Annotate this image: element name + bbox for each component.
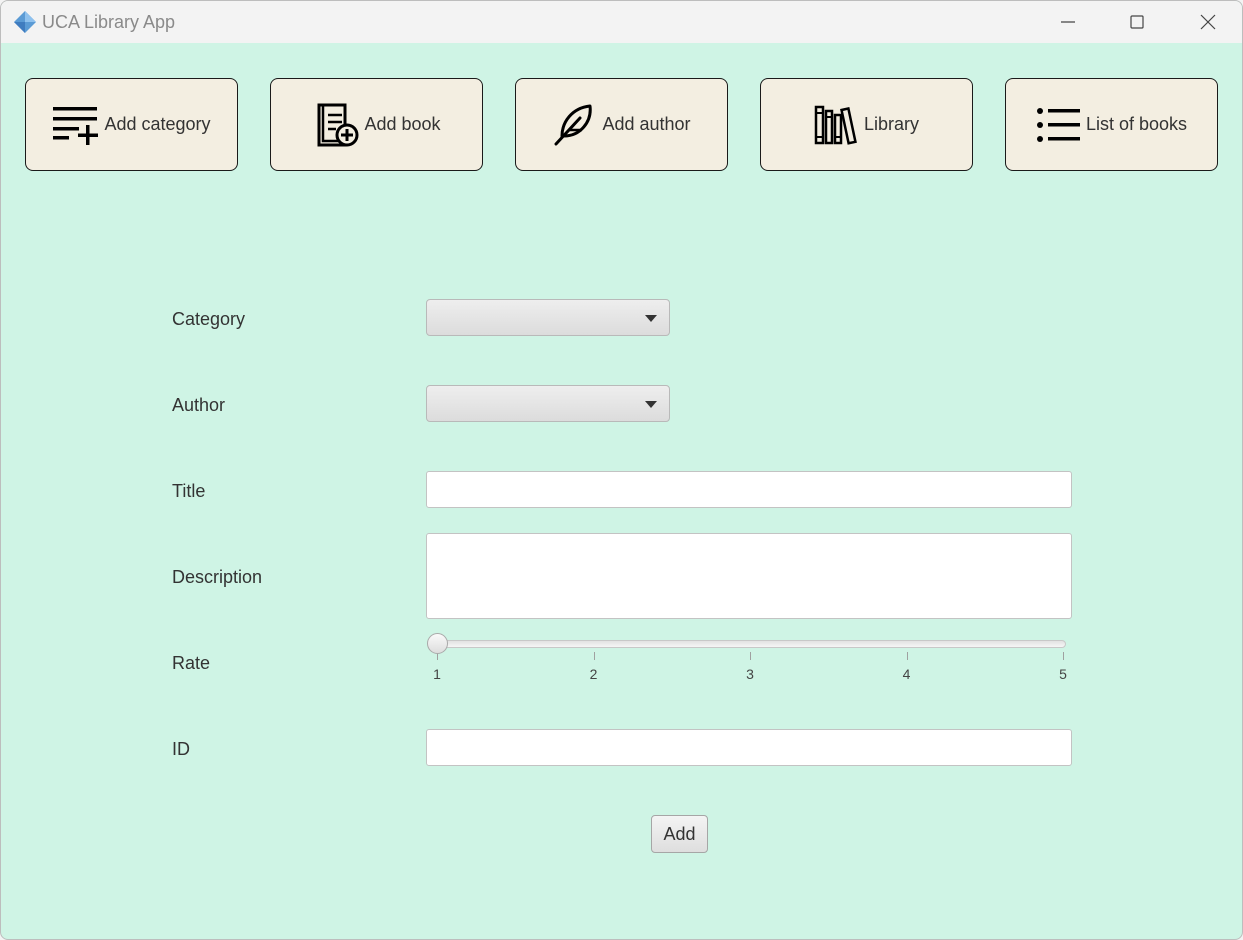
description-textarea[interactable] — [426, 533, 1072, 619]
minimize-icon — [1061, 21, 1075, 23]
rate-tick-label: 5 — [1059, 666, 1067, 682]
add-list-icon — [53, 106, 99, 145]
author-combobox[interactable] — [426, 385, 670, 422]
add-category-button[interactable]: Add category — [25, 78, 238, 171]
add-button[interactable]: Add — [651, 815, 708, 853]
rate-tick-label: 2 — [589, 666, 598, 682]
rate-tick-label: 3 — [746, 666, 754, 682]
close-icon — [1200, 14, 1216, 30]
author-label: Author — [172, 395, 226, 415]
minimize-button[interactable] — [1033, 1, 1103, 43]
rate-slider-thumb[interactable] — [427, 633, 448, 654]
category-combobox[interactable] — [426, 299, 670, 336]
library-button[interactable]: Library — [760, 78, 973, 171]
category-label: Category — [172, 309, 246, 329]
title-input[interactable] — [426, 471, 1072, 508]
list-of-books-button[interactable]: List of books — [1005, 78, 1218, 171]
rate-tick-mark — [750, 652, 751, 660]
description-label: Description — [172, 567, 263, 587]
rate-slider-track[interactable] — [428, 640, 1066, 648]
rate-label: Rate — [172, 653, 211, 673]
feather-icon — [554, 104, 593, 145]
rate-tick-mark — [1063, 652, 1064, 660]
rate-tick-mark — [906, 652, 908, 660]
add-book-button[interactable]: Add book — [270, 78, 483, 171]
add-author-button[interactable]: Add author — [515, 78, 728, 171]
add-book-label: Add book — [364, 114, 441, 134]
id-label: ID — [172, 739, 190, 759]
chevron-down-icon — [645, 401, 657, 408]
title-bar: UCA Library App — [1, 1, 1242, 43]
close-button[interactable] — [1173, 1, 1242, 43]
app-logo-icon — [14, 11, 36, 33]
add-author-label: Add author — [602, 114, 691, 134]
rate-tick-mark — [593, 652, 595, 660]
chevron-down-icon — [645, 315, 657, 322]
rate-tick-label: 4 — [902, 666, 911, 682]
rate-tick-label: 1 — [433, 666, 441, 682]
list-icon — [1036, 107, 1080, 142]
maximize-button[interactable] — [1102, 1, 1172, 43]
add-category-label: Add category — [104, 114, 211, 134]
window-title: UCA Library App — [42, 12, 176, 32]
app-window: UCA Library App Add category Add book Ad… — [0, 0, 1243, 940]
list-of-books-label: List of books — [1085, 114, 1188, 134]
add-book-icon — [317, 103, 359, 146]
id-input[interactable] — [426, 729, 1072, 766]
title-label: Title — [172, 481, 206, 501]
bookshelf-icon — [814, 105, 857, 145]
maximize-icon — [1130, 15, 1144, 29]
library-label: Library — [863, 114, 920, 134]
